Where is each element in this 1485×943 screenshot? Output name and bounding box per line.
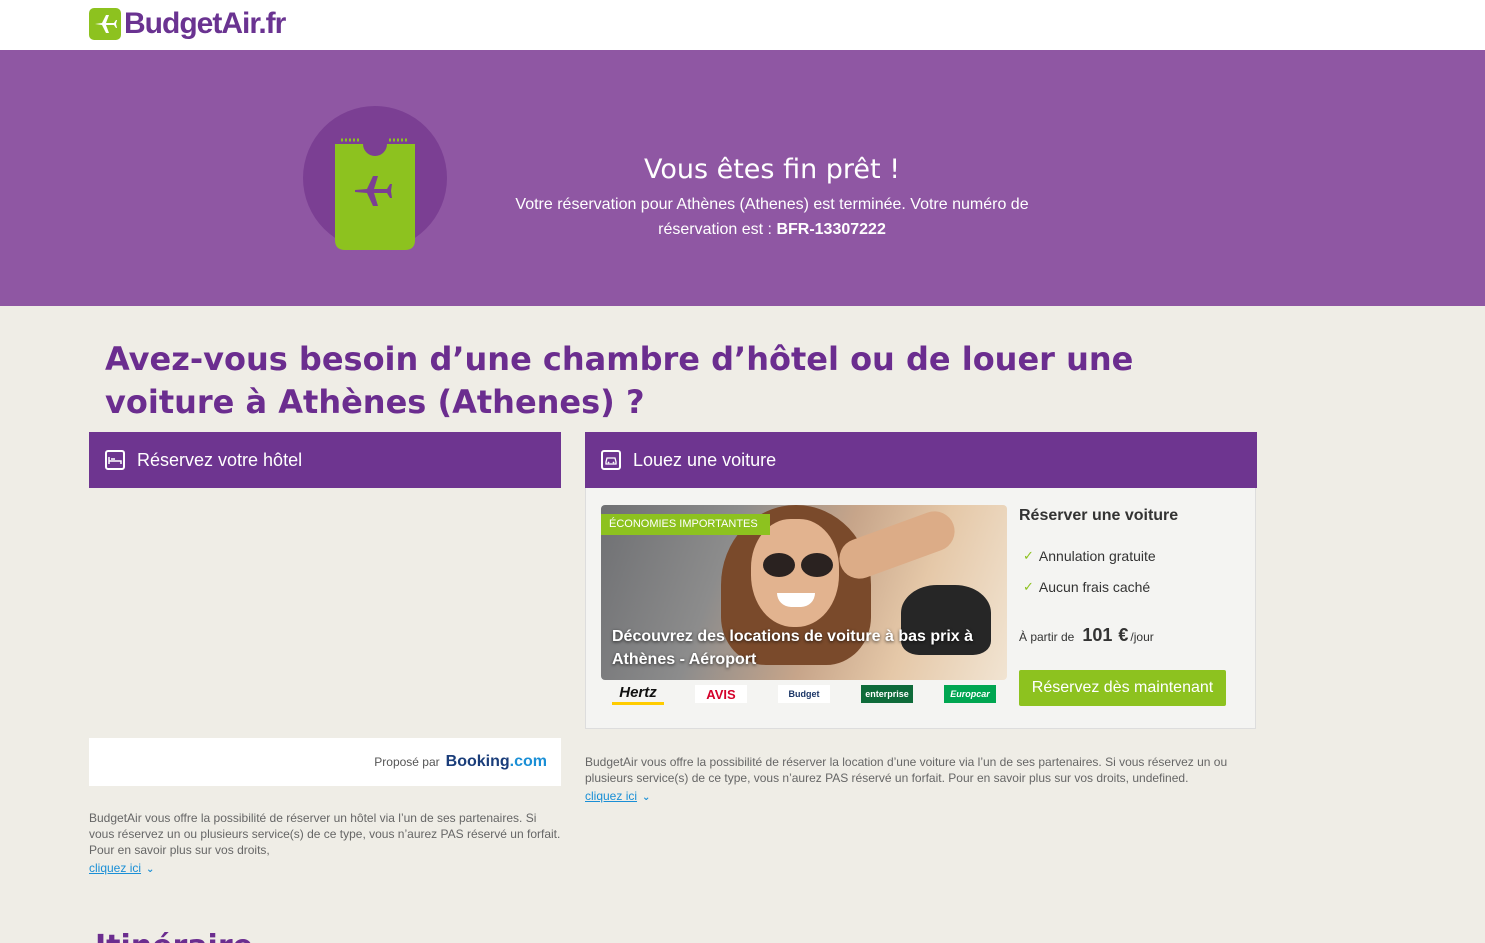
booking-com-logo[interactable]: Booking.com: [446, 753, 547, 771]
car-panel-title: Louez une voiture: [633, 449, 777, 470]
feature-label: Annulation gratuite: [1038, 548, 1156, 564]
promo-photo-arm: [833, 505, 961, 585]
hotel-panel-title: Réservez votre hôtel: [137, 449, 303, 470]
booking-number: BFR-13307222: [776, 221, 886, 238]
car-offer-title: Réserver une voiture: [1019, 507, 1179, 524]
confirmation-banner: Vous êtes fin prêt ! Votre réservation p…: [0, 50, 1485, 306]
partner-logo-budget: Budget: [778, 685, 830, 703]
hotel-panel-header: Réservez votre hôtel: [89, 432, 561, 488]
chevron-down-icon: ⌄: [642, 792, 651, 803]
partner-logo-hertz: Hertz: [612, 684, 664, 705]
car-more-info-link[interactable]: cliquez ici ⌄: [585, 789, 650, 803]
partner-logo-europcar: Europcar: [944, 685, 996, 703]
feature-free-cancellation: ✓ Annulation gratuite: [1023, 548, 1156, 564]
car-link-text: cliquez ici: [585, 789, 638, 803]
confirmation-message: Votre réservation pour Athènes (Athenes)…: [500, 192, 1044, 242]
car-disclaimer: BudgetAir vous offre la possibilité de r…: [585, 755, 1228, 785]
savings-badge: Économies importantes: [601, 514, 770, 535]
next-section-title: Itinéraire réservé: [95, 932, 365, 943]
partner-logo-avis: AVIS: [695, 685, 747, 703]
feature-label: Aucun frais caché: [1038, 579, 1151, 595]
confirmation-text: Votre réservation pour Athènes (Athenes)…: [515, 196, 1029, 238]
hotel-more-info-link[interactable]: cliquez ici ⌄: [89, 861, 154, 875]
upsell-question: Avez-vous besoin d’une chambre d’hôtel o…: [105, 340, 1134, 421]
rental-partners: Hertz AVIS Budget enterprise Europcar: [612, 684, 996, 705]
confirmation-title: Vous êtes fin prêt !: [643, 154, 901, 186]
price-amount: 101: [1082, 625, 1113, 645]
car-panel-header: Louez une voiture: [585, 432, 1257, 488]
check-icon: ✓: [1023, 548, 1034, 563]
logo-link[interactable]: BudgetAir.fr: [89, 6, 286, 42]
sunglasses-left: [763, 553, 795, 577]
hotel-link-text: cliquez ici: [89, 861, 142, 875]
sunglasses-right: [801, 553, 833, 577]
booking-provider-box: Proposé par Booking.com: [89, 738, 561, 786]
car-promo-image[interactable]: Économies importantes Découvrez des loca…: [601, 505, 1007, 680]
bed-icon: [105, 450, 125, 470]
book-car-now-button[interactable]: Réservez dès maintenant: [1019, 670, 1226, 706]
price-currency: €: [1118, 625, 1129, 645]
promo-caption: Découvrez des locations de voiture à bas…: [612, 628, 974, 668]
price-prefix: À partir de: [1019, 630, 1075, 644]
top-bar: BudgetAir.fr: [0, 0, 1485, 50]
logo-text: BudgetAir.fr: [124, 7, 286, 40]
price-from: À partir de 101 € /jour: [1019, 625, 1154, 646]
plane-logo-icon: [89, 8, 121, 40]
car-icon: [601, 450, 621, 470]
booking-brand-name: Booking: [445, 753, 510, 770]
check-icon: ✓: [1023, 579, 1034, 594]
partner-logo-enterprise: enterprise: [861, 685, 913, 703]
booking-brand-suffix: .com: [509, 753, 547, 770]
provided-by-label: Proposé par: [374, 755, 440, 769]
price-unit: /jour: [1130, 630, 1154, 644]
ticket-plane-icon: [303, 106, 447, 250]
feature-no-hidden-fees: ✓ Aucun frais caché: [1023, 579, 1150, 595]
hotel-disclaimer: BudgetAir vous offre la possibilité de r…: [89, 811, 561, 857]
chevron-down-icon: ⌄: [146, 864, 155, 875]
